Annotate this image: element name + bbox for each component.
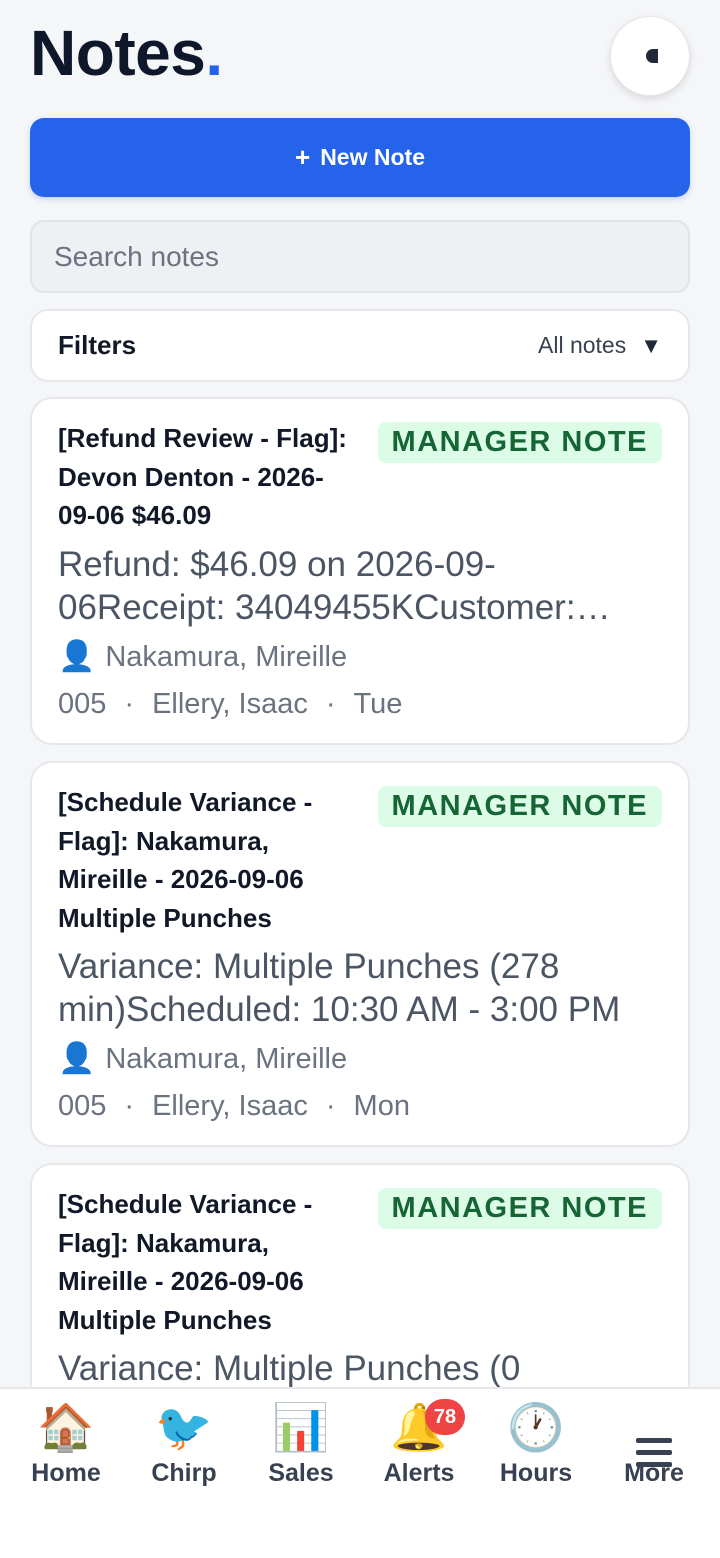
page-title: Notes. (30, 17, 223, 89)
clock-icon: 🕐 (507, 1401, 565, 1453)
note-title: [Schedule Variance - Flag]: Nakamura, Mi… (58, 1189, 313, 1335)
note-title: [Refund Review - Flag]: Devon Denton - 2… (58, 423, 347, 530)
filters-dropdown[interactable]: All notes ▼ (538, 332, 662, 359)
nav-hours[interactable]: 🕐 Hours (476, 1399, 596, 1488)
filters-selected-value: All notes (538, 332, 627, 358)
manager-note-badge: MANAGER NOTE (377, 422, 662, 463)
meta-separator: · (325, 1090, 336, 1122)
note-card[interactable]: [Refund Review - Flag]: Devon Denton - 2… (30, 397, 690, 745)
bottom-nav: 🏠 Home 🐦 Chirp 📊 Sales 🔔 78 Alerts 🕐 Hou… (0, 1387, 720, 1558)
theme-toggle-button[interactable] (610, 16, 690, 96)
filters-label: Filters (58, 330, 137, 360)
note-author: 👤 Nakamura, Mireille (58, 637, 662, 677)
header: Notes. (30, 14, 690, 98)
nav-home-label: Home (31, 1459, 101, 1487)
note-store: 005 (58, 1090, 107, 1122)
meta-separator: · (325, 687, 336, 720)
search-input[interactable] (30, 220, 690, 293)
nav-sales-label: Sales (268, 1459, 334, 1487)
half-moon-icon (646, 49, 658, 63)
nav-alerts[interactable]: 🔔 78 Alerts (359, 1399, 479, 1488)
nav-alerts-label: Alerts (383, 1459, 455, 1487)
nav-chirp[interactable]: 🐦 Chirp (124, 1399, 244, 1488)
note-card[interactable]: [Schedule Variance - Flag]: Nakamura, Mi… (30, 761, 690, 1147)
meta-separator: · (124, 687, 135, 720)
manager-note-badge: MANAGER NOTE (377, 786, 662, 827)
nav-hours-label: Hours (499, 1459, 573, 1487)
new-note-button[interactable]: + New Note (30, 118, 690, 197)
note-body: Variance: Multiple Punches (0 (58, 1349, 521, 1388)
person-icon: 👤 (58, 1042, 96, 1075)
note-meta: 005 · Ellery, Isaac · Tue (58, 684, 662, 724)
nav-more-label: More (624, 1459, 684, 1487)
caret-down-icon: ▼ (640, 332, 662, 358)
note-body: Refund: $46.09 on 2026-09-06Receipt: 340… (58, 544, 576, 627)
note-manager: Ellery, Isaac (152, 1090, 308, 1122)
bird-icon: 🐦 (155, 1401, 213, 1453)
note-author-name: Nakamura, Mireille (105, 640, 348, 673)
notes-page: Notes. + New Note Filters All notes ▼ [R… (0, 0, 720, 1558)
bar-chart-icon: 📊 (272, 1401, 330, 1453)
nav-home[interactable]: 🏠 Home (6, 1399, 126, 1488)
note-store: 005 (58, 687, 107, 720)
note-body: Variance: Multiple Punches (278 min)Sche… (58, 947, 621, 1029)
meta-separator: · (124, 1090, 135, 1122)
nav-sales[interactable]: 📊 Sales (241, 1399, 361, 1488)
person-icon: 👤 (58, 639, 96, 673)
note-day: Tue (353, 687, 403, 720)
filters-bar[interactable]: Filters All notes ▼ (30, 309, 690, 382)
title-dot: . (205, 17, 223, 89)
note-title: [Schedule Variance - Flag]: Nakamura, Mi… (58, 787, 313, 933)
note-author-name: Nakamura, Mireille (105, 1043, 348, 1075)
manager-note-badge: MANAGER NOTE (377, 1188, 662, 1229)
alerts-count-badge: 78 (425, 1399, 465, 1435)
note-meta: 005 · Ellery, Isaac · Mon (58, 1086, 662, 1126)
menu-icon (594, 1399, 714, 1467)
nav-more[interactable]: More (594, 1399, 714, 1488)
note-author: 👤 Nakamura, Mireille (58, 1039, 662, 1079)
note-day: Mon (353, 1090, 410, 1122)
note-manager: Ellery, Isaac (152, 687, 308, 720)
plus-icon: + (295, 142, 311, 172)
home-icon: 🏠 (37, 1401, 95, 1453)
nav-chirp-label: Chirp (151, 1459, 217, 1487)
new-note-label: New Note (320, 144, 425, 170)
